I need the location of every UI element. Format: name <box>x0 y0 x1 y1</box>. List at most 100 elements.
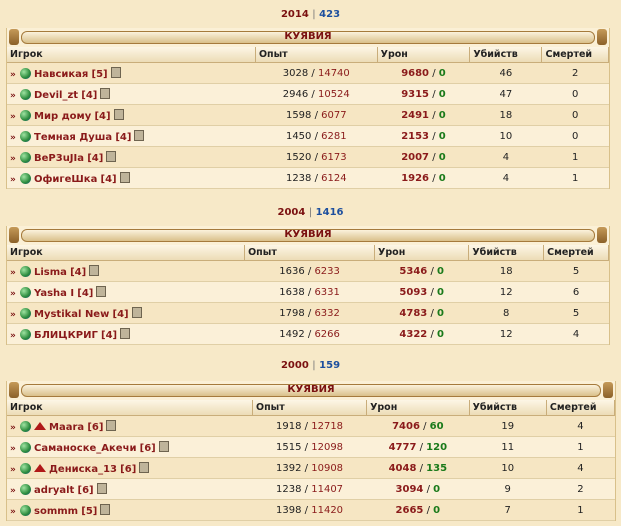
expand-arrow-icon[interactable]: » <box>10 289 20 299</box>
score-separator: | <box>312 9 316 20</box>
clan-banner: КУЯВИЯ <box>7 381 615 399</box>
player-name-link[interactable]: Саманоске_Акечи <box>34 443 136 454</box>
table-row: » БЛИЦКРИГ [4] 1492 / 6266 4322 / 0 12 4 <box>7 323 609 345</box>
globe-icon <box>20 130 31 142</box>
col-damage-header: Урон <box>374 245 470 261</box>
damage-extra: 0 <box>433 483 441 495</box>
info-icon[interactable] <box>106 150 117 162</box>
info-icon[interactable] <box>158 440 169 452</box>
info-icon[interactable] <box>113 108 124 120</box>
damage-cell: 5093 / 0 <box>374 281 469 303</box>
info-icon[interactable] <box>139 461 150 473</box>
table-header: Игрок Опыт Урон Убийств Смертей <box>7 47 609 63</box>
info-icon[interactable] <box>96 482 107 494</box>
damage-dealt: 9680 <box>401 67 430 79</box>
info-icon[interactable] <box>119 171 130 183</box>
info-icon[interactable] <box>131 306 142 318</box>
player-name-link[interactable]: sommm <box>34 506 78 517</box>
expand-arrow-icon[interactable]: » <box>10 91 20 101</box>
deaths-cell: 0 <box>541 125 609 147</box>
player-name-link[interactable]: Yasha I <box>34 288 74 299</box>
exp-gained: 1492 <box>279 328 305 340</box>
score-left: 2000 <box>280 360 309 371</box>
clan-title: КУЯВИЯ <box>284 229 332 240</box>
expand-arrow-icon[interactable]: » <box>10 444 20 454</box>
player-name-link[interactable]: БЛИЦКРИГ <box>34 330 98 341</box>
exp-gained: 1598 <box>285 109 312 121</box>
deaths-cell: 2 <box>541 62 609 84</box>
player-name-link[interactable]: Мир дому <box>34 111 91 122</box>
damage-extra: 0 <box>437 307 444 319</box>
expand-arrow-icon[interactable]: » <box>10 310 20 320</box>
expand-arrow-icon[interactable]: » <box>10 112 20 122</box>
exp-cell: 1450 / 6281 <box>255 125 378 147</box>
exp-cell: 1515 / 12098 <box>252 436 367 458</box>
exp-cell: 1636 / 6233 <box>244 260 375 282</box>
kills-cell: 8 <box>468 302 544 324</box>
info-icon[interactable] <box>100 87 111 99</box>
players-table: Игрок Опыт Урон Убийств Смертей» Maara [6] 191… <box>7 400 616 521</box>
exp-total: 6077 <box>321 109 347 121</box>
player-name-link[interactable]: ОфигеШка <box>34 174 97 185</box>
globe-icon <box>20 328 31 340</box>
player-name-link[interactable]: Maara <box>49 422 84 433</box>
score-right: 1416 <box>315 207 344 218</box>
exp-total: 6331 <box>314 286 340 298</box>
deaths-cell: 1 <box>546 499 615 521</box>
damage-cell: 4048 / 135 <box>366 457 470 479</box>
expand-arrow-icon[interactable]: » <box>10 175 20 185</box>
info-icon[interactable] <box>96 285 107 297</box>
table-header: Игрок Опыт Урон Убийств Смертей <box>7 400 616 416</box>
col-kills-header: Убийств <box>468 245 545 261</box>
expand-arrow-icon[interactable]: » <box>10 133 20 143</box>
col-damage-header: Урон <box>366 400 470 416</box>
globe-icon <box>20 265 31 277</box>
expand-arrow-icon[interactable]: » <box>10 486 20 496</box>
player-name-link[interactable]: ВеР3uJIa <box>34 153 84 164</box>
expand-arrow-icon[interactable]: » <box>10 154 20 164</box>
battle-score: 2004 | 1416 <box>0 207 621 218</box>
damage-dealt: 4322 <box>399 328 428 340</box>
player-name-link[interactable]: Темная Душа <box>34 132 112 143</box>
exp-total: 10908 <box>311 462 344 474</box>
damage-dealt: 5093 <box>399 286 428 298</box>
clan-banner: КУЯВИЯ <box>7 28 609 46</box>
player-name-link[interactable]: Дениска_13 <box>49 464 117 475</box>
player-name-link[interactable]: Devil_zt <box>34 90 78 101</box>
expand-arrow-icon[interactable]: » <box>10 423 20 433</box>
expand-arrow-icon[interactable]: » <box>10 507 20 517</box>
deaths-cell: 6 <box>543 281 609 303</box>
clan-panel: КУЯВИЯ Игрок Опыт Урон Убийств Смертей» Maara … <box>6 381 616 521</box>
damage-cell: 9680 / 0 <box>377 62 470 84</box>
expand-arrow-icon[interactable]: » <box>10 331 20 341</box>
exp-total: 12098 <box>311 441 344 453</box>
info-icon[interactable] <box>120 327 131 339</box>
info-icon[interactable] <box>89 264 100 276</box>
expand-arrow-icon[interactable]: » <box>10 465 20 475</box>
globe-icon <box>20 483 31 495</box>
deaths-cell: 0 <box>541 104 609 126</box>
exp-cell: 1492 / 6266 <box>244 323 375 345</box>
player-level: [6] <box>120 463 137 475</box>
player-name-link[interactable]: Lisma <box>34 267 67 278</box>
player-name-link[interactable]: adryalt <box>34 485 74 496</box>
exp-total: 10524 <box>317 88 350 100</box>
exp-cell: 1238 / 6124 <box>255 167 378 189</box>
kills-cell: 18 <box>468 260 544 282</box>
info-icon[interactable] <box>134 129 145 141</box>
info-icon[interactable] <box>110 66 121 78</box>
expand-arrow-icon[interactable]: » <box>10 268 20 278</box>
exp-total: 6173 <box>321 151 347 163</box>
player-name-link[interactable]: Mystikal New <box>34 309 109 320</box>
exp-cell: 1398 / 11420 <box>252 499 367 521</box>
info-icon[interactable] <box>106 419 117 431</box>
damage-extra: 0 <box>438 130 446 142</box>
expand-arrow-icon[interactable]: » <box>10 70 20 80</box>
player-level: [5] <box>91 68 108 80</box>
clan-title: КУЯВИЯ <box>284 31 332 42</box>
player-name-link[interactable]: Навсикая <box>34 69 88 80</box>
table-row: » ВеР3uJIa [4] 1520 / 6173 2007 / 041 <box>7 146 609 168</box>
player-cell: » Навсикая [5] <box>7 62 256 84</box>
info-icon[interactable] <box>100 503 111 515</box>
exp-gained: 1238 <box>285 172 312 184</box>
